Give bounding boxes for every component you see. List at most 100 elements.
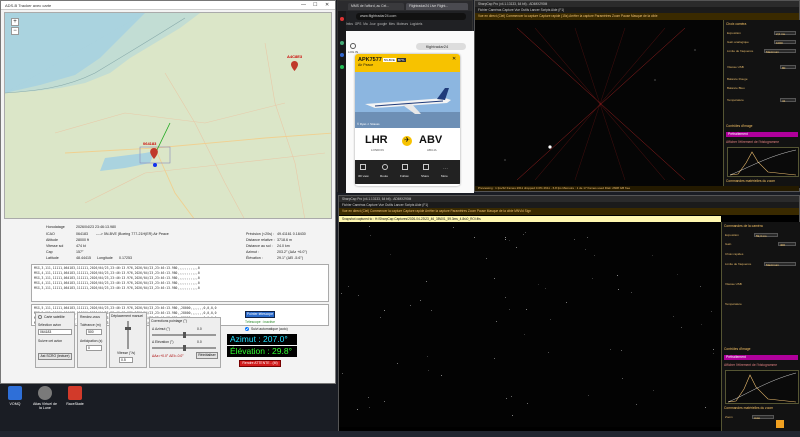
close-card-icon[interactable]: ✕ <box>452 56 456 62</box>
follow-button[interactable]: Follow <box>400 174 409 178</box>
sc-bot-controles-image[interactable]: Contrôles d'image <box>724 347 750 352</box>
suivi-auto-checkbox[interactable] <box>245 327 249 331</box>
vitesse-input[interactable]: 0.5 <box>119 357 133 363</box>
desktop-icon-raceskate[interactable]: RaceSkate <box>62 386 88 426</box>
elevation-correction-value: 0.0 <box>197 340 202 344</box>
close-icon[interactable]: ✕ <box>325 2 329 8</box>
share-button[interactable]: Share <box>421 174 429 178</box>
sc-bot-gain-value[interactable]: 400 <box>778 242 796 247</box>
user-icon[interactable] <box>350 43 356 49</box>
sc-top-exposition-value[interactable]: 2,0 ms <box>774 31 796 36</box>
distance-label: Distance relative : <box>246 238 275 242</box>
aircraft-marker-icon[interactable] <box>291 61 298 71</box>
desktop: ADS-B Tracker avec carte — ☐ ✕ + − A4C8E… <box>0 0 800 437</box>
browser-tab-2[interactable]: Flightradar24 Live Flight... <box>406 3 468 10</box>
carte-satellite-checkbox[interactable] <box>38 315 42 319</box>
sharpcap-top-toolbar[interactable]: Vue en direct (Ciel) Commencer la captur… <box>475 13 799 20</box>
ast-scro-button[interactable]: Ast SCRO (lecture) <box>38 353 72 360</box>
elevation-value: 29.1° (ΔEl -5.6°) <box>277 256 304 260</box>
sc-bot-zoom-label: Zoom <box>725 415 733 419</box>
selection-avion-select[interactable]: 064183 <box>38 329 72 335</box>
selected-aircraft-marker-icon[interactable] <box>150 148 158 159</box>
destination-code[interactable]: ABV <box>419 134 442 146</box>
sidebar-whatsapp-icon[interactable] <box>340 65 344 69</box>
flight-info-card[interactable]: APK7577 5N-BVE B77L Air Peace ✕ © Ryan J… <box>355 54 460 186</box>
share-icon <box>423 164 429 170</box>
origin-code[interactable]: LHR <box>365 134 388 146</box>
sidebar-messenger-icon[interactable] <box>340 53 344 57</box>
log-box-position[interactable]: MSG,3,111,11111,064183,111111,2026/04/23… <box>31 264 329 302</box>
horodatage-label: Horodatage <box>46 225 65 229</box>
star-point <box>509 240 510 241</box>
star-point <box>621 350 622 351</box>
browser-window: MMS de l'afford, au Cel... Flightradar24… <box>337 0 474 193</box>
browser-tab-1[interactable]: MMS de l'afford, au Cel... <box>348 3 404 10</box>
sc-bot-zoom-value[interactable]: Auto <box>752 415 774 420</box>
star-point <box>538 284 539 285</box>
desktop-icon-atlas-lune[interactable]: Atlas Virtuel de la Lune <box>32 386 58 426</box>
bookmark-item[interactable]: Jour <box>369 22 375 26</box>
manual-move-slider[interactable] <box>127 321 129 349</box>
sc-bot-temp-label: Température <box>725 302 742 306</box>
altitude-label: Altitude <box>46 238 58 242</box>
suivi-auto-label: Suivi automatique (auto) <box>251 327 288 331</box>
flightradar-brand: flightradar24 <box>416 43 466 50</box>
route-button[interactable]: Route <box>380 174 388 178</box>
sc-bot-pretraitement[interactable]: Prétraitement <box>724 355 798 360</box>
elevation-display: Élévation : 29.8° <box>227 346 297 357</box>
distance-sol-label: Distance au sol : <box>246 244 273 248</box>
bookmark-item[interactable]: Mes <box>389 22 395 26</box>
zoom-in-button[interactable]: + <box>11 18 19 26</box>
tolerance-input[interactable]: 500 <box>86 329 102 335</box>
sc-bot-exposition-value[interactable]: 59,3 ms <box>754 233 778 238</box>
desktop-icon-vomq[interactable]: VOMQ <box>2 386 28 426</box>
anticipation-input[interactable]: 0 <box>86 345 102 351</box>
bookmark-item[interactable]: Ma <box>363 22 367 26</box>
sc-top-histogram[interactable] <box>727 147 799 177</box>
sharpcap-top-preview[interactable] <box>475 20 723 188</box>
star-point <box>358 295 359 296</box>
3d-view-button[interactable]: 3D view <box>358 174 369 178</box>
manual-move-thumb[interactable] <box>125 327 131 330</box>
bookmark-item[interactable]: Moteurs <box>397 22 409 26</box>
sc-top-controles-image[interactable]: Contrôles d'image <box>726 124 752 129</box>
azimut-correction-thumb[interactable] <box>183 332 186 338</box>
sc-top-commandes-zoom[interactable]: Commandes matérielles du zoom <box>726 179 775 184</box>
address-bar[interactable]: www.flightradar24.com <box>356 13 466 20</box>
sc-top-choix-camera[interactable]: Choix caméra <box>726 22 746 27</box>
sc-bot-commandes-camera[interactable]: Commandes de la caméra <box>724 224 763 229</box>
star-point <box>384 310 385 311</box>
zoom-out-button[interactable]: − <box>11 27 19 35</box>
sc-top-rouge-label: Balance Rouge <box>727 77 748 81</box>
reinitialiser-button[interactable]: Réinitialiser <box>196 352 218 359</box>
more-button[interactable]: More <box>441 174 448 178</box>
bookmark-item[interactable]: GPS <box>355 22 362 26</box>
bookmark-item[interactable]: google <box>377 22 387 26</box>
map-view[interactable]: + − A4C8E3 064183 <box>4 12 332 219</box>
maximize-icon[interactable]: ☐ <box>313 2 317 8</box>
sc-top-vitesse-value[interactable]: 80 <box>780 65 796 70</box>
sc-bot-afficher-histogramme[interactable]: Afficher l'étirement de l'histogramme <box>724 363 777 368</box>
bookmark-item[interactable]: Infos <box>346 22 353 26</box>
sc-top-afficher-histogramme[interactable]: Afficher l'étirement de l'histogramme <box>726 140 779 145</box>
rendezvous-label: Rendez-vous <box>80 315 100 319</box>
sharpcap-bottom-preview[interactable] <box>339 222 721 427</box>
sc-bot-fps-value[interactable]: Maximum <box>764 262 796 267</box>
sc-top-pretraitement[interactable]: Prétraitement <box>726 132 798 137</box>
opera-logo-icon[interactable] <box>340 17 344 21</box>
elevation-correction-thumb[interactable] <box>183 345 186 351</box>
bookmark-item[interactable]: Logiciels <box>410 22 422 26</box>
minimize-icon[interactable]: — <box>301 2 306 8</box>
sc-top-gain-value[interactable]: 1000 <box>774 40 796 45</box>
star-point <box>380 317 381 318</box>
sc-bot-histogram[interactable] <box>725 370 799 404</box>
sc-top-mode-value[interactable]: Maximum <box>764 49 796 54</box>
sc-bot-commandes-zoom[interactable]: Commandes matérielles du zoom <box>724 406 773 411</box>
zoom-arrow-icon[interactable] <box>776 420 784 428</box>
star-point <box>410 305 411 306</box>
pointer-telescope-button[interactable]: Pointer télescope <box>245 311 275 318</box>
sidebar-app-icon[interactable] <box>340 41 344 45</box>
sharpcap-bottom-toolbar[interactable]: Vue en direct (Ciel) Commencer la captur… <box>339 208 799 215</box>
star-point <box>588 395 589 396</box>
stop-telescope-button[interactable]: Rendre ATTENTE - (M) <box>239 360 281 367</box>
